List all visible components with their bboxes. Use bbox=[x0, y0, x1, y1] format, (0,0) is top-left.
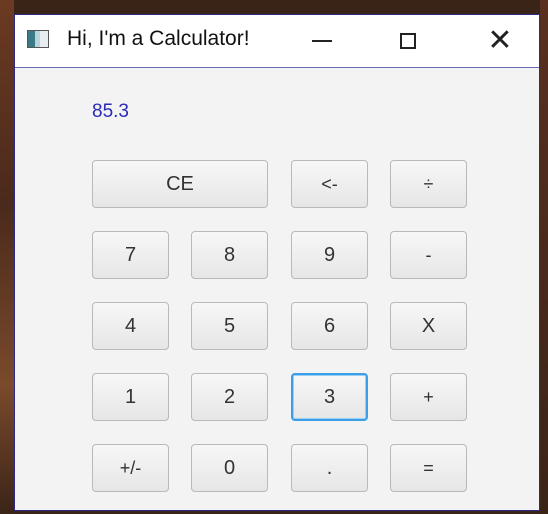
digit-1-button[interactable]: 1 bbox=[92, 373, 169, 421]
digit-9-button[interactable]: 9 bbox=[291, 231, 368, 279]
title-bar[interactable]: Hi, I'm a Calculator! ✕ bbox=[15, 15, 539, 68]
calculator-window: Hi, I'm a Calculator! ✕ 85.3 CE <- ÷ 7 8… bbox=[14, 14, 540, 511]
minimize-icon bbox=[312, 40, 332, 42]
digit-0-button[interactable]: 0 bbox=[191, 444, 268, 492]
maximize-icon bbox=[400, 33, 416, 49]
desktop-background-left bbox=[0, 0, 14, 514]
digit-7-button[interactable]: 7 bbox=[92, 231, 169, 279]
close-icon: ✕ bbox=[487, 23, 513, 58]
window-title: Hi, I'm a Calculator! bbox=[67, 27, 250, 50]
close-button[interactable]: ✕ bbox=[469, 15, 531, 67]
result-display: 85.3 bbox=[92, 101, 129, 122]
equals-button[interactable]: = bbox=[390, 444, 467, 492]
clear-entry-button[interactable]: CE bbox=[92, 160, 268, 208]
negate-button[interactable]: +/- bbox=[92, 444, 169, 492]
divide-button[interactable]: ÷ bbox=[390, 160, 467, 208]
digit-6-button[interactable]: 6 bbox=[291, 302, 368, 350]
digit-2-button[interactable]: 2 bbox=[191, 373, 268, 421]
add-button[interactable]: + bbox=[390, 373, 467, 421]
decimal-point-button[interactable]: . bbox=[291, 444, 368, 492]
maximize-button[interactable] bbox=[377, 15, 439, 67]
app-window-icon bbox=[27, 30, 49, 48]
subtract-button[interactable]: - bbox=[390, 231, 467, 279]
minimize-button[interactable] bbox=[291, 15, 353, 67]
digit-4-button[interactable]: 4 bbox=[92, 302, 169, 350]
backspace-button[interactable]: <- bbox=[291, 160, 368, 208]
digit-3-button[interactable]: 3 bbox=[291, 373, 368, 421]
digit-5-button[interactable]: 5 bbox=[191, 302, 268, 350]
multiply-button[interactable]: X bbox=[390, 302, 467, 350]
desktop-background-right bbox=[540, 0, 548, 514]
digit-8-button[interactable]: 8 bbox=[191, 231, 268, 279]
